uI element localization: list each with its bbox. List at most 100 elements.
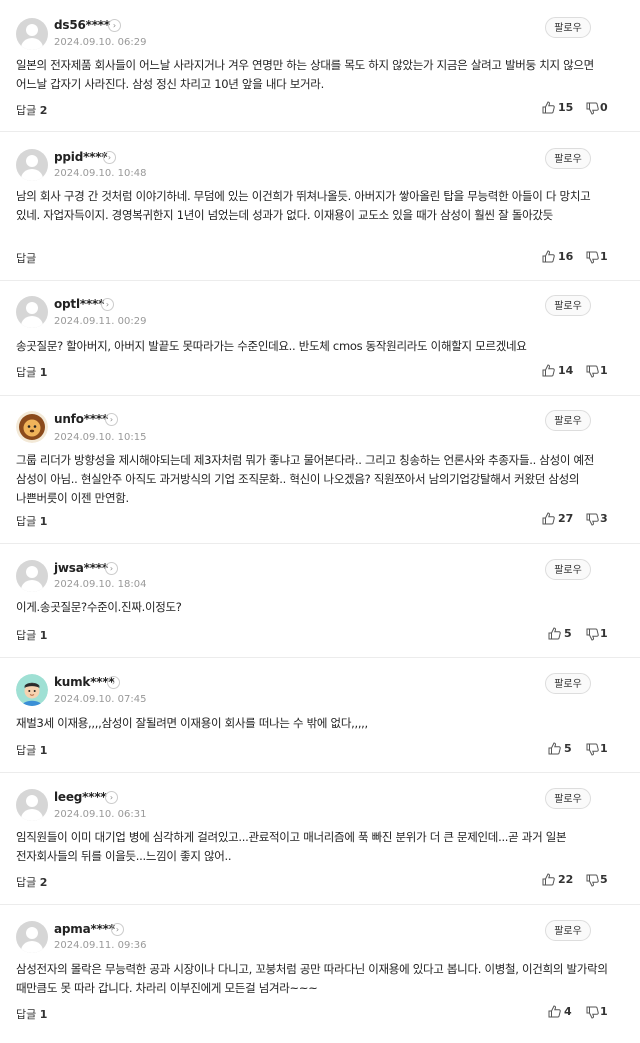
reply-count: 1	[39, 744, 48, 757]
reply-count: 2	[39, 104, 48, 117]
reply-button[interactable]: 답글 2	[16, 874, 47, 890]
comment-list: ds56**** › 2024.09.10. 06:29 팔로우 일본의 전자제…	[0, 0, 640, 1043]
divider	[0, 543, 640, 544]
reply-label: 답글	[16, 1008, 37, 1021]
thumbs-up-icon	[548, 1005, 561, 1018]
default-avatar-icon[interactable]	[16, 18, 48, 50]
comment-nickname[interactable]: ds56****	[54, 18, 110, 32]
like-count: 27	[558, 512, 574, 525]
comment-date: 2024.09.10. 10:48	[54, 168, 147, 179]
follow-button[interactable]: 팔로우	[545, 295, 591, 316]
default-avatar-icon[interactable]	[16, 789, 48, 821]
thumbs-down-icon	[586, 1006, 599, 1019]
chevron-right-icon[interactable]: ›	[105, 791, 118, 804]
reply-button[interactable]: 답글 2	[16, 102, 47, 118]
boy-avatar-icon[interactable]	[16, 674, 48, 706]
follow-button[interactable]: 팔로우	[545, 410, 591, 431]
reply-label: 답글	[16, 252, 37, 265]
lion-avatar-icon[interactable]	[16, 411, 48, 443]
like-count: 5	[564, 742, 572, 755]
comment-text: 이게.송곳질문?수준이.진짜.이정도?	[16, 600, 182, 614]
default-avatar-icon[interactable]	[16, 296, 48, 328]
divider	[0, 131, 640, 132]
thumbs-up-icon	[548, 627, 561, 640]
thumbs-up-icon	[542, 512, 555, 525]
like-count: 22	[558, 873, 574, 886]
dislike-count: 1	[600, 1005, 608, 1018]
reply-button[interactable]: 답글 1	[16, 627, 47, 643]
reply-count: 1	[39, 366, 48, 379]
chevron-right-icon[interactable]: ›	[111, 923, 124, 936]
comment-text: 재벌3세 이재용,,,,삼성이 잘될려면 이재용이 회사를 떠나는 수 밖에 없…	[16, 716, 368, 730]
follow-button[interactable]: 팔로우	[545, 17, 591, 38]
default-avatar-icon[interactable]	[16, 149, 48, 181]
like-count: 14	[558, 364, 574, 377]
comment-nickname[interactable]: jwsa****	[54, 561, 108, 575]
comment-text: 임직원들이 이미 대기업 병에 심각하게 걸려있고...관료적이고 매너리즘에 …	[16, 830, 567, 863]
reply-label: 답글	[16, 366, 37, 379]
reply-button[interactable]: 답글 1	[16, 513, 47, 529]
divider	[0, 280, 640, 281]
chevron-right-icon[interactable]: ›	[105, 562, 118, 575]
thumbs-up-icon	[542, 250, 555, 263]
reply-button[interactable]: 답글 1	[16, 364, 47, 380]
dislike-count: 3	[600, 512, 608, 525]
chevron-right-icon[interactable]: ›	[105, 413, 118, 426]
reply-label: 답글	[16, 104, 37, 117]
reply-label: 답글	[16, 744, 37, 757]
reply-button[interactable]: 답글	[16, 250, 36, 266]
thumbs-down-icon	[586, 513, 599, 526]
follow-button[interactable]: 팔로우	[545, 673, 591, 694]
reply-count: 1	[39, 1008, 48, 1021]
reply-label: 답글	[16, 515, 37, 528]
reply-label: 답글	[16, 876, 37, 889]
chevron-right-icon[interactable]: ›	[103, 151, 116, 164]
boy-avatar-image	[16, 674, 48, 706]
comment-nickname[interactable]: ppid****	[54, 150, 108, 164]
reply-button[interactable]: 답글 1	[16, 1006, 47, 1022]
thumbs-up-icon	[542, 873, 555, 886]
divider	[0, 657, 640, 658]
divider	[0, 772, 640, 773]
thumbs-down-icon	[586, 743, 599, 756]
comment-date: 2024.09.10. 06:31	[54, 809, 147, 820]
thumbs-up-icon	[542, 364, 555, 377]
thumbs-down-icon	[586, 874, 599, 887]
comment-text: 송곳질문? 할아버지, 아버지 발끝도 못따라가는 수준인데요.. 반도체 cm…	[16, 339, 527, 353]
comment-nickname[interactable]: kumk****	[54, 675, 115, 689]
comment-text: 삼성전자의 몰락은 무능력한 공과 시장이나 다니고, 꼬붕처럼 공만 따라다닌…	[16, 962, 608, 995]
thumbs-up-icon	[542, 101, 555, 114]
thumbs-down-icon	[586, 251, 599, 264]
dislike-count: 0	[600, 101, 608, 114]
comment-date: 2024.09.11. 00:29	[54, 316, 147, 327]
default-avatar-icon[interactable]	[16, 921, 48, 953]
chevron-right-icon[interactable]: ›	[101, 298, 114, 311]
reply-label: 답글	[16, 629, 37, 642]
comment-nickname[interactable]: unfo****	[54, 412, 108, 426]
follow-button[interactable]: 팔로우	[545, 920, 591, 941]
thumbs-up-icon	[548, 742, 561, 755]
divider	[0, 904, 640, 905]
comment-date: 2024.09.10. 18:04	[54, 579, 147, 590]
comment-text: 일본의 전자제품 회사들이 어느날 사라지거나 겨우 연명만 하는 상대를 목도…	[16, 58, 594, 91]
divider	[0, 395, 640, 396]
thumbs-down-icon	[586, 628, 599, 641]
comment-nickname[interactable]: leeg****	[54, 790, 107, 804]
reply-count: 1	[39, 629, 48, 642]
follow-button[interactable]: 팔로우	[545, 148, 591, 169]
dislike-count: 1	[600, 627, 608, 640]
reply-button[interactable]: 답글 1	[16, 742, 47, 758]
like-count: 4	[564, 1005, 572, 1018]
reply-count: 2	[39, 876, 48, 889]
comment-nickname[interactable]: optl****	[54, 297, 104, 311]
comment-text: 남의 회사 구경 간 것처럼 이야기하네. 무덤에 있는 이건희가 뛰쳐나올듯.…	[16, 189, 591, 222]
like-count: 5	[564, 627, 572, 640]
comment-nickname[interactable]: apma****	[54, 922, 115, 936]
default-avatar-icon[interactable]	[16, 560, 48, 592]
comment-date: 2024.09.10. 10:15	[54, 432, 147, 443]
chevron-right-icon[interactable]: ›	[108, 19, 121, 32]
follow-button[interactable]: 팔로우	[545, 559, 591, 580]
chevron-right-icon[interactable]: ›	[107, 676, 120, 689]
follow-button[interactable]: 팔로우	[545, 788, 591, 809]
thumbs-down-icon	[586, 102, 599, 115]
